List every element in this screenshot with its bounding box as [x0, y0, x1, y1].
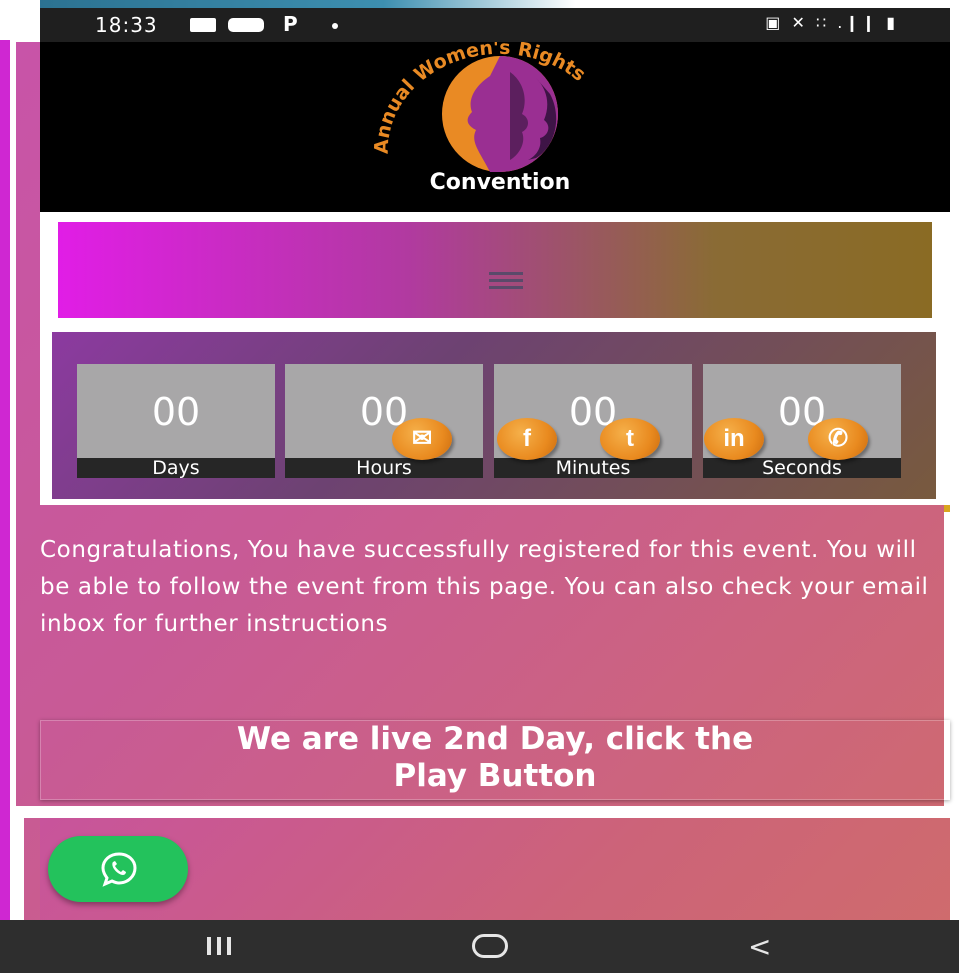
logo-title: Convention [430, 170, 571, 195]
convention-logo[interactable]: Annual Women's Rights Convention [340, 42, 660, 202]
dot-icon [332, 23, 338, 29]
status-bar: 18:33 P ▣ ✕ ∷ .❙❙ ▮ [40, 8, 950, 42]
navigation-bar [58, 222, 932, 318]
linkedin-icon: in [723, 425, 745, 452]
email-icon: ✉ [411, 425, 433, 452]
twitter-icon: t [626, 425, 634, 452]
page-content: Annual Women's Rights Convention 00 Days… [16, 42, 950, 920]
countdown-label: Seconds [703, 458, 901, 478]
twitter-share-button[interactable]: t [600, 418, 660, 460]
live-banner[interactable]: We are live 2nd Day, click the Play Butt… [40, 720, 950, 800]
android-navigation-bar: < [0, 920, 959, 973]
status-right-icons: ▣ ✕ ∷ .❙❙ ▮ [765, 13, 898, 32]
countdown-days: 00 Days [77, 364, 275, 478]
content-frame: 00 Days 00 Hours 00 Minutes 00 Seconds ✉… [40, 212, 950, 505]
facebook-share-button[interactable]: f [497, 418, 557, 460]
whatsapp-icon [101, 852, 137, 887]
p-notification-icon: P [283, 12, 298, 36]
countdown-hours: 00 Hours [285, 364, 483, 478]
left-accent-bar [0, 40, 10, 973]
live-banner-line1: We are live 2nd Day, click the [236, 721, 754, 757]
left-edge [0, 0, 40, 40]
linkedin-share-button[interactable]: in [704, 418, 764, 460]
section-divider [16, 806, 950, 818]
back-icon[interactable]: < [748, 930, 771, 963]
live-banner-line2: Play Button [393, 758, 597, 794]
email-share-button[interactable]: ✉ [392, 418, 452, 460]
recents-icon[interactable] [207, 937, 237, 955]
facebook-icon: f [523, 425, 531, 452]
status-time: 18:33 [95, 13, 158, 37]
home-icon[interactable] [472, 934, 508, 958]
countdown-timer: 00 Days 00 Hours 00 Minutes 00 Seconds ✉… [52, 332, 936, 499]
hamburger-icon[interactable] [489, 272, 523, 294]
countdown-label: Hours [285, 458, 483, 478]
whatsapp-share-button[interactable]: ✆ [808, 418, 868, 460]
video-section-edge [16, 818, 24, 920]
gallery-icon [190, 18, 216, 32]
whatsapp-icon: ✆ [827, 425, 849, 452]
registration-message: Congratulations, You have successfully r… [40, 537, 929, 637]
countdown-value: 00 [151, 390, 201, 434]
youtube-icon [228, 18, 264, 32]
site-header: Annual Women's Rights Convention [40, 42, 950, 212]
countdown-label: Minutes [494, 458, 692, 478]
whatsapp-chat-button[interactable] [48, 836, 188, 902]
countdown-label: Days [77, 458, 275, 478]
countdown-value: 00 [359, 390, 409, 434]
